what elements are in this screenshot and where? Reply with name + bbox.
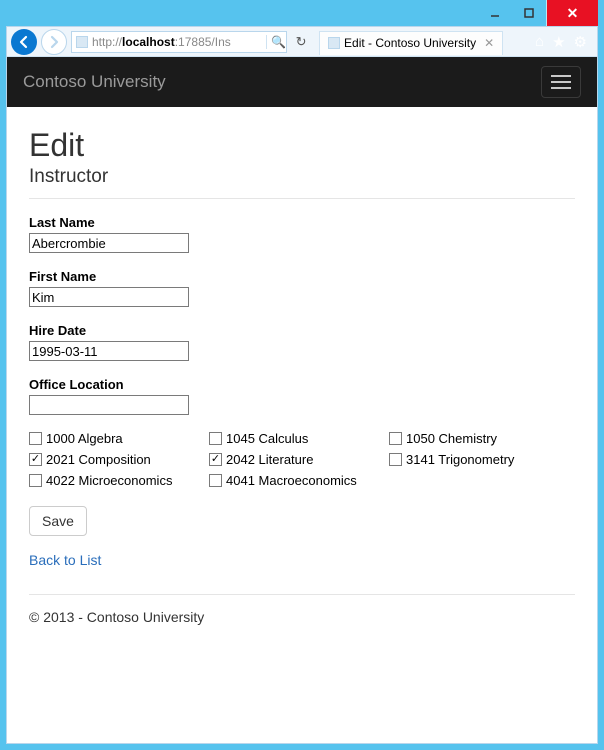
office-label: Office Location [29,377,575,392]
search-icon[interactable]: 🔍 [266,35,282,49]
page-title: Edit [29,127,575,164]
hamburger-line-icon [551,75,571,77]
course-item[interactable]: 1000 Algebra [29,431,209,446]
course-label: 4022 Microeconomics [46,473,172,488]
maximize-button[interactable] [512,0,546,26]
tab-title: Edit - Contoso University [344,36,476,50]
course-checkbox[interactable] [389,432,402,445]
course-checkbox[interactable] [29,453,42,466]
course-item[interactable]: 2042 Literature [209,452,389,467]
content: Edit Instructor Last Name First Name Hir… [7,107,597,645]
titlebar: ✕ [6,0,598,26]
course-checkbox[interactable] [209,453,222,466]
last-name-field[interactable] [29,233,189,253]
course-label: 3141 Trigonometry [406,452,514,467]
hamburger-line-icon [551,81,571,83]
course-item[interactable]: 4041 Macroeconomics [209,473,389,488]
favorites-icon[interactable]: ★ [552,33,565,51]
course-checkbox[interactable] [389,453,402,466]
browser-chrome: http://localhost:17885/Ins 🔍 ↻ Edit - Co… [6,26,598,744]
course-label: 1050 Chemistry [406,431,497,446]
os-window: ✕ http://localhost:17885/Ins 🔍 ↻ Edit - [0,0,604,750]
app-navbar: Contoso University [7,57,597,107]
course-item[interactable]: 1050 Chemistry [389,431,569,446]
course-checkbox[interactable] [29,474,42,487]
course-label: 1045 Calculus [226,431,308,446]
back-button[interactable] [11,29,37,55]
course-item[interactable]: 2021 Composition [29,452,209,467]
course-item[interactable]: 1045 Calculus [209,431,389,446]
close-button[interactable]: ✕ [546,0,598,26]
address-bar[interactable]: http://localhost:17885/Ins 🔍 [71,31,287,53]
brand[interactable]: Contoso University [23,72,166,92]
course-checkbox[interactable] [209,474,222,487]
course-checkbox[interactable] [29,432,42,445]
course-label: 4041 Macroeconomics [226,473,357,488]
browser-tab[interactable]: Edit - Contoso University ✕ [319,31,503,55]
course-item[interactable]: 4022 Microeconomics [29,473,209,488]
course-grid: 1000 Algebra 1045 Calculus 1050 Chemistry 2… [29,431,575,494]
divider [29,198,575,199]
page-viewport: Contoso University Edit Instructor Last … [7,57,597,743]
url-text: http://localhost:17885/Ins [92,35,262,49]
course-checkbox[interactable] [209,432,222,445]
menu-button[interactable] [541,66,581,98]
course-label: 2042 Literature [226,452,313,467]
browser-toolbar-icons: ⌂ ★ ⚙ [529,33,593,51]
footer: © 2013 - Contoso University [29,594,575,625]
course-item[interactable]: 3141 Trigonometry [389,452,569,467]
first-name-field[interactable] [29,287,189,307]
save-button[interactable]: Save [29,506,87,536]
back-to-list-link[interactable]: Back to List [29,552,101,568]
settings-icon[interactable]: ⚙ [574,33,587,51]
hire-date-field[interactable] [29,341,189,361]
course-label: 2021 Composition [46,452,151,467]
hamburger-line-icon [551,87,571,89]
course-label: 1000 Algebra [46,431,123,446]
first-name-label: First Name [29,269,575,284]
minimize-button[interactable] [478,0,512,26]
close-tab-icon[interactable]: ✕ [484,36,494,50]
tab-strip: Edit - Contoso University ✕ [319,29,525,55]
page-favicon-icon [76,36,88,48]
hire-date-label: Hire Date [29,323,575,338]
forward-button[interactable] [41,29,67,55]
page-subtitle: Instructor [29,166,575,188]
last-name-label: Last Name [29,215,575,230]
refresh-button[interactable]: ↻ [291,34,311,50]
office-field[interactable] [29,395,189,415]
tab-favicon-icon [328,37,340,49]
home-icon[interactable]: ⌂ [535,33,544,51]
